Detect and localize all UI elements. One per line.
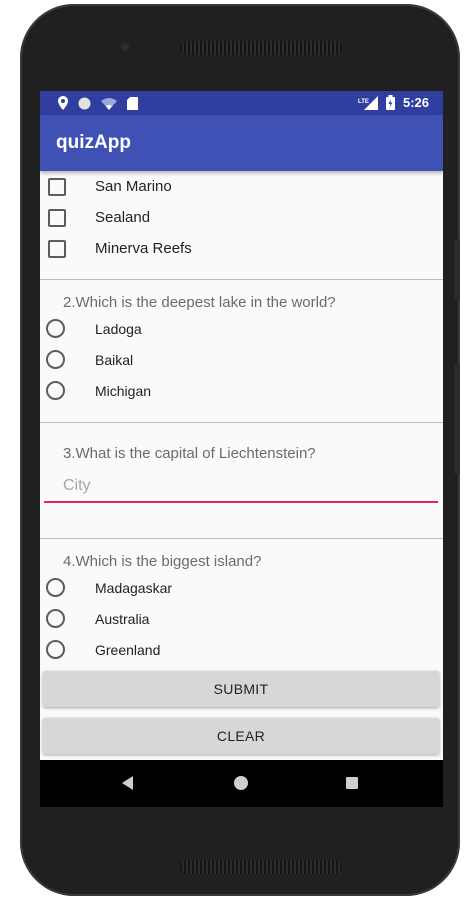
svg-text:LTE: LTE	[358, 99, 369, 105]
circle-icon	[78, 97, 91, 109]
question-3-text: 3.What is the capital of Liechtenstein?	[63, 445, 316, 462]
radio-button-icon[interactable]	[46, 640, 65, 659]
radio-option-ladoga[interactable]: Ladoga	[40, 313, 443, 344]
volume-button	[454, 239, 460, 301]
radio-button-icon[interactable]	[46, 350, 65, 369]
app-screen: LTE 5:26 quizApp San Marino Sealand Mine…	[40, 91, 443, 807]
option-label: Michigan	[95, 382, 152, 399]
app-title: quizApp	[56, 132, 131, 153]
navigation-bar	[40, 760, 443, 807]
radio-button-icon[interactable]	[46, 381, 65, 400]
top-speaker-grille	[180, 41, 342, 55]
wifi-icon	[101, 97, 117, 110]
radio-option-michigan[interactable]: Michigan	[40, 375, 443, 406]
radio-option-australia[interactable]: Australia	[40, 603, 443, 634]
radio-option-greenland[interactable]: Greenland	[40, 634, 443, 665]
checkbox-icon[interactable]	[48, 239, 66, 258]
checkbox-icon[interactable]	[48, 208, 66, 227]
clear-button[interactable]: CLEAR	[43, 718, 439, 754]
app-bar: quizApp	[40, 115, 443, 171]
radio-option-baikal[interactable]: Baikal	[40, 344, 443, 375]
question-4-text: 4.Which is the biggest island?	[63, 553, 262, 570]
radio-button-icon[interactable]	[46, 578, 65, 597]
checkbox-option-sealand[interactable]: Sealand	[40, 202, 443, 233]
status-bar: LTE 5:26	[40, 91, 443, 115]
section-divider	[40, 279, 443, 280]
quiz-content: San Marino Sealand Minerva Reefs 2.Which…	[40, 171, 443, 761]
option-label: San Marino	[95, 178, 172, 195]
option-label: Greenland	[95, 641, 161, 658]
signal-icon: LTE	[358, 95, 378, 110]
radio-button-icon[interactable]	[46, 609, 65, 628]
power-button	[454, 364, 460, 474]
option-label: Australia	[95, 610, 150, 627]
battery-icon	[385, 95, 395, 110]
checkbox-option-san-marino[interactable]: San Marino	[40, 171, 443, 202]
section-divider	[40, 538, 443, 539]
radio-button-icon[interactable]	[46, 319, 65, 338]
radio-option-madagaskar[interactable]: Madagaskar	[40, 572, 443, 603]
bottom-speaker-grille	[180, 860, 342, 874]
checkbox-option-minerva-reefs[interactable]: Minerva Reefs	[40, 233, 443, 264]
home-icon[interactable]	[234, 776, 248, 790]
option-label: Baikal	[95, 351, 134, 368]
status-time: 5:26	[402, 95, 429, 110]
option-label: Madagaskar	[95, 579, 173, 596]
section-divider	[40, 422, 443, 423]
checkbox-icon[interactable]	[48, 177, 66, 196]
option-label: Sealand	[95, 209, 151, 226]
location-icon	[58, 96, 68, 110]
back-icon[interactable]	[122, 776, 133, 790]
sd-card-icon	[127, 96, 138, 110]
question-2-text: 2.Which is the deepest lake in the world…	[63, 294, 336, 311]
city-input-field[interactable]	[44, 471, 438, 503]
option-label: Minerva Reefs	[95, 240, 192, 257]
option-label: Ladoga	[95, 320, 142, 337]
front-camera	[120, 42, 130, 52]
recents-icon[interactable]	[346, 777, 358, 789]
submit-button[interactable]: SUBMIT	[43, 671, 439, 707]
